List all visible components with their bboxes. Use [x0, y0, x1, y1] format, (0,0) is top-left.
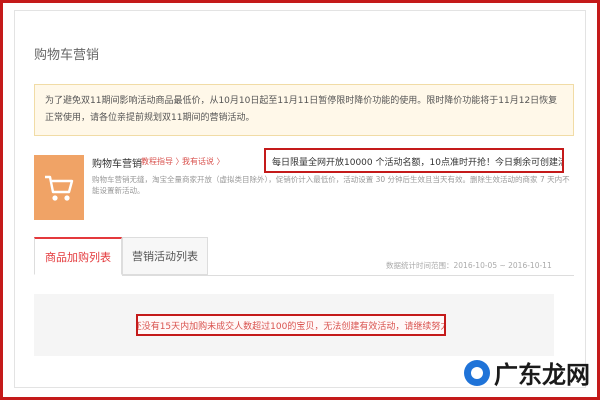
- watermark-text: 广东龙网: [494, 360, 590, 389]
- tab-campaign-list[interactable]: 营销活动列表: [122, 237, 208, 275]
- feedback-link[interactable]: 我有话说 〉: [182, 156, 225, 167]
- tool-name: 购物车营销: [92, 159, 142, 170]
- quota-notice: 每日限量全网开放10000 个活动名额，10点准时开抢！今日剩余可创建活动数：0: [264, 148, 564, 173]
- stats-range: 数据统计时间范围：2016-10-05 ~ 2016-10-11: [386, 261, 552, 270]
- notice-banner: 为了避免双11期间影响活动商品最低价，从10月10日起至11月11日暂停限时降价…: [34, 84, 574, 136]
- page-title: 购物车营销: [34, 48, 100, 63]
- tab-divider: [122, 275, 574, 276]
- shopping-cart-icon: [34, 155, 84, 220]
- watermark: 广东龙网: [464, 355, 590, 390]
- watermark-logo-icon: [464, 359, 490, 386]
- tab-cart-items[interactable]: 商品加购列表: [34, 237, 122, 275]
- empty-state-message: 您还没有15天内加购未成交人数超过100的宝贝，无法创建有效活动，请继续努力！: [136, 314, 446, 336]
- tool-description: 购物车营销无缝，淘宝全量商家开放（虚拟类目除外），促销价计入最低价，活动设置 3…: [92, 175, 570, 195]
- guide-link[interactable]: 教程指导 〉: [141, 156, 184, 167]
